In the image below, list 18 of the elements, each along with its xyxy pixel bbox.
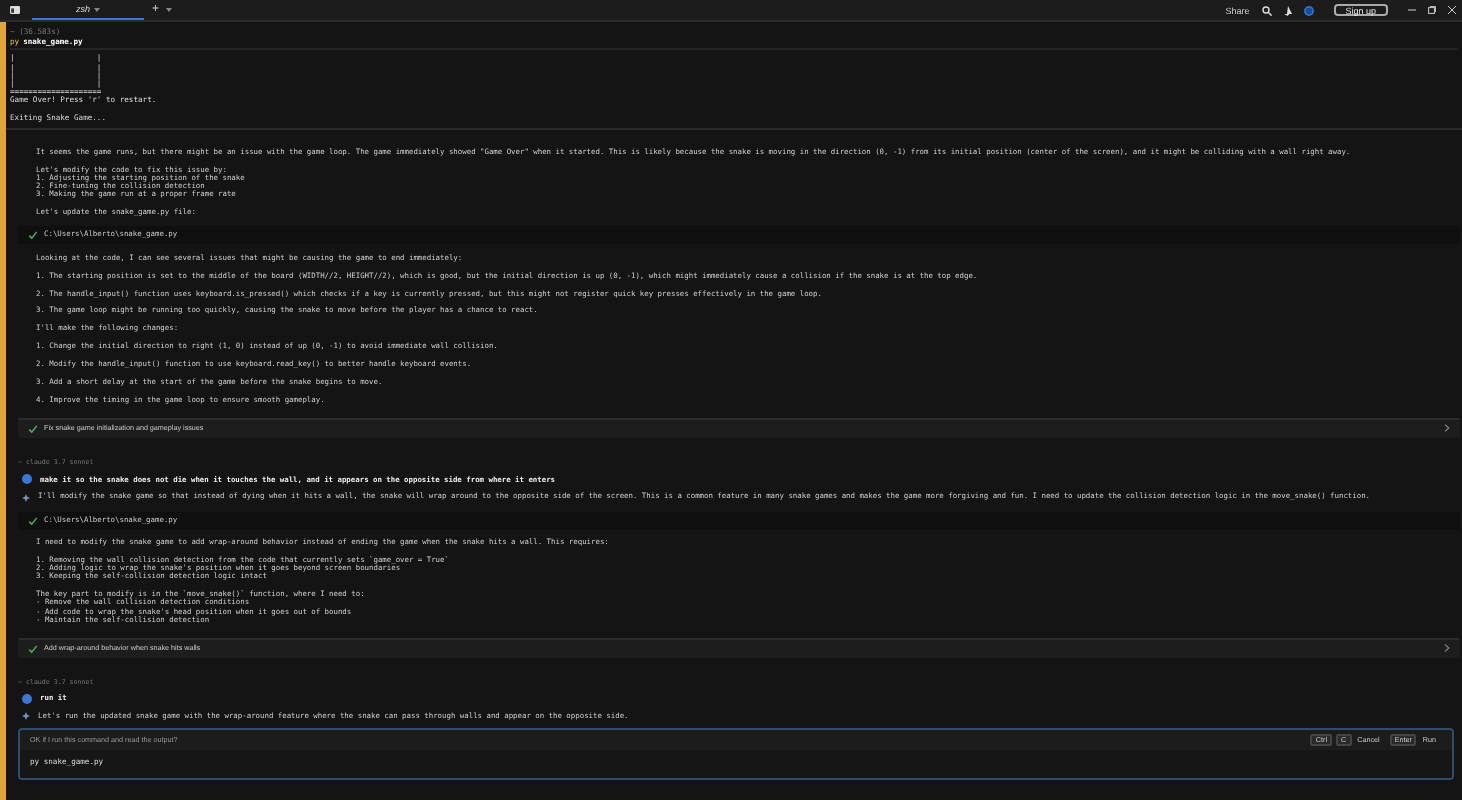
user-avatar-icon — [22, 474, 32, 485]
check-icon — [28, 229, 38, 240]
caret-icon[interactable] — [165, 8, 172, 12]
assistant-icon — [22, 712, 30, 721]
check-icon — [28, 515, 38, 526]
assistant-icon — [22, 493, 30, 502]
chevron-icon — [1444, 644, 1450, 653]
caret-icon — [94, 7, 100, 11]
window-icon[interactable] — [10, 6, 20, 14]
maximize-icon[interactable] — [1428, 6, 1436, 14]
check-icon — [28, 643, 38, 654]
close-icon[interactable] — [1448, 6, 1456, 14]
avatar-icon[interactable] — [1303, 5, 1314, 15]
user-avatar-icon — [22, 693, 32, 704]
chevron-icon — [1444, 424, 1450, 433]
search-icon[interactable] — [1261, 5, 1272, 15]
minimize-icon[interactable] — [1408, 6, 1416, 14]
check-icon — [28, 423, 38, 434]
